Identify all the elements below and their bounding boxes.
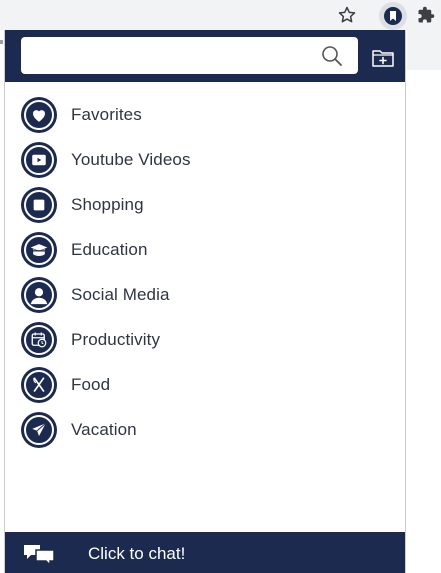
browser-toolbar <box>0 0 441 30</box>
category-label: Vacation <box>71 420 137 439</box>
graduation-cap-icon <box>21 232 57 268</box>
category-label: Favorites <box>71 105 142 124</box>
square-icon <box>21 187 57 223</box>
utensils-icon <box>21 367 57 403</box>
person-icon <box>21 277 57 313</box>
heart-icon <box>21 97 57 133</box>
category-item-shopping[interactable]: Shopping <box>5 183 405 228</box>
category-item-youtube-videos[interactable]: Youtube Videos <box>5 138 405 183</box>
category-item-favorites[interactable]: Favorites <box>5 93 405 138</box>
bookmark-extension-icon[interactable] <box>379 2 407 30</box>
star-icon[interactable] <box>335 3 359 27</box>
chat-bubbles-icon <box>22 542 58 567</box>
category-item-social-media[interactable]: Social Media <box>5 273 405 318</box>
extension-popup: Favorites Youtube Videos Shopping Educat… <box>4 30 406 573</box>
category-label: Education <box>71 240 148 259</box>
category-label: Food <box>71 375 111 394</box>
calendar-clock-icon <box>21 322 57 358</box>
browser-background <box>407 30 441 70</box>
category-item-education[interactable]: Education <box>5 228 405 273</box>
play-icon <box>21 142 57 178</box>
search-box[interactable] <box>21 37 358 74</box>
category-label: Productivity <box>71 330 161 349</box>
chat-label: Click to chat! <box>88 544 186 563</box>
chat-button[interactable]: Click to chat! <box>5 532 405 573</box>
category-item-food[interactable]: Food <box>5 363 405 408</box>
page-edge-mark <box>0 40 3 44</box>
category-label: Youtube Videos <box>71 150 191 169</box>
category-list: Favorites Youtube Videos Shopping Educat… <box>5 93 405 453</box>
airplane-icon <box>21 412 57 448</box>
search-icon[interactable] <box>320 44 344 68</box>
category-item-productivity[interactable]: Productivity <box>5 318 405 363</box>
category-label: Shopping <box>71 195 144 214</box>
puzzle-icon[interactable] <box>414 3 438 27</box>
add-folder-icon[interactable] <box>371 47 396 69</box>
popup-header <box>5 30 405 82</box>
category-item-vacation[interactable]: Vacation <box>5 408 405 453</box>
search-input[interactable] <box>29 43 313 70</box>
category-label: Social Media <box>71 285 170 304</box>
